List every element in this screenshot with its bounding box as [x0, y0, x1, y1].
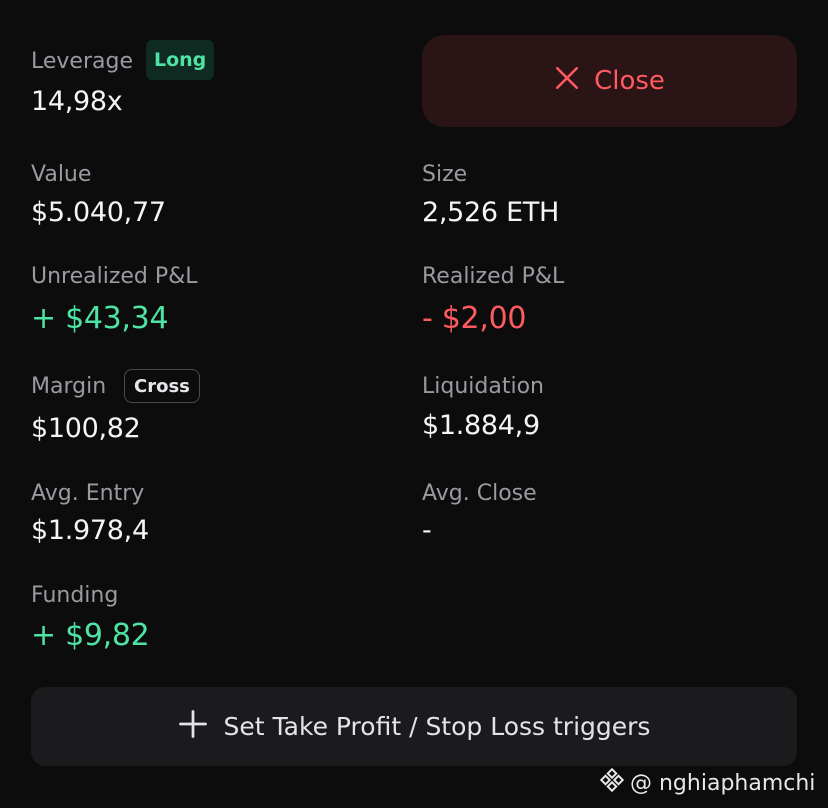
position-side-badge: Long	[146, 40, 215, 80]
margin-label: Margin	[31, 374, 107, 399]
liquidation-value: $1.884,9	[422, 410, 540, 441]
size-label: Size	[422, 162, 468, 187]
leverage-value: 14,98x	[31, 86, 123, 117]
liquidation-label: Liquidation	[422, 374, 544, 399]
margin-value: $100,82	[31, 413, 141, 444]
unrealized-pnl-value: + $43,34	[31, 301, 169, 336]
unrealized-pnl-label: Unrealized P&L	[31, 264, 198, 289]
size-amount: 2,526 ETH	[422, 197, 560, 228]
watermark-handle: @ nghiaphamchi	[630, 770, 816, 796]
avg-close-value: -	[422, 515, 432, 546]
close-button-label: Close	[594, 66, 665, 96]
close-position-button[interactable]: Close	[422, 35, 797, 127]
leverage-label: Leverage	[31, 49, 133, 74]
plus-icon	[178, 709, 208, 745]
avg-entry-value: $1.978,4	[31, 515, 149, 546]
binance-logo-icon	[599, 767, 625, 798]
realized-pnl-label: Realized P&L	[422, 264, 565, 289]
funding-label: Funding	[31, 583, 119, 608]
set-tpsl-button[interactable]: Set Take Profit / Stop Loss triggers	[31, 687, 797, 766]
watermark: @ nghiaphamchi	[599, 767, 816, 798]
value-amount: $5.040,77	[31, 197, 166, 228]
margin-mode-badge[interactable]: Cross	[124, 369, 200, 403]
realized-pnl-value: - $2,00	[422, 301, 527, 336]
avg-entry-label: Avg. Entry	[31, 481, 145, 506]
avg-close-label: Avg. Close	[422, 481, 537, 506]
value-label: Value	[31, 162, 92, 187]
funding-value: + $9,82	[31, 618, 150, 653]
close-icon	[554, 65, 580, 98]
set-tpsl-label: Set Take Profit / Stop Loss triggers	[223, 712, 651, 741]
